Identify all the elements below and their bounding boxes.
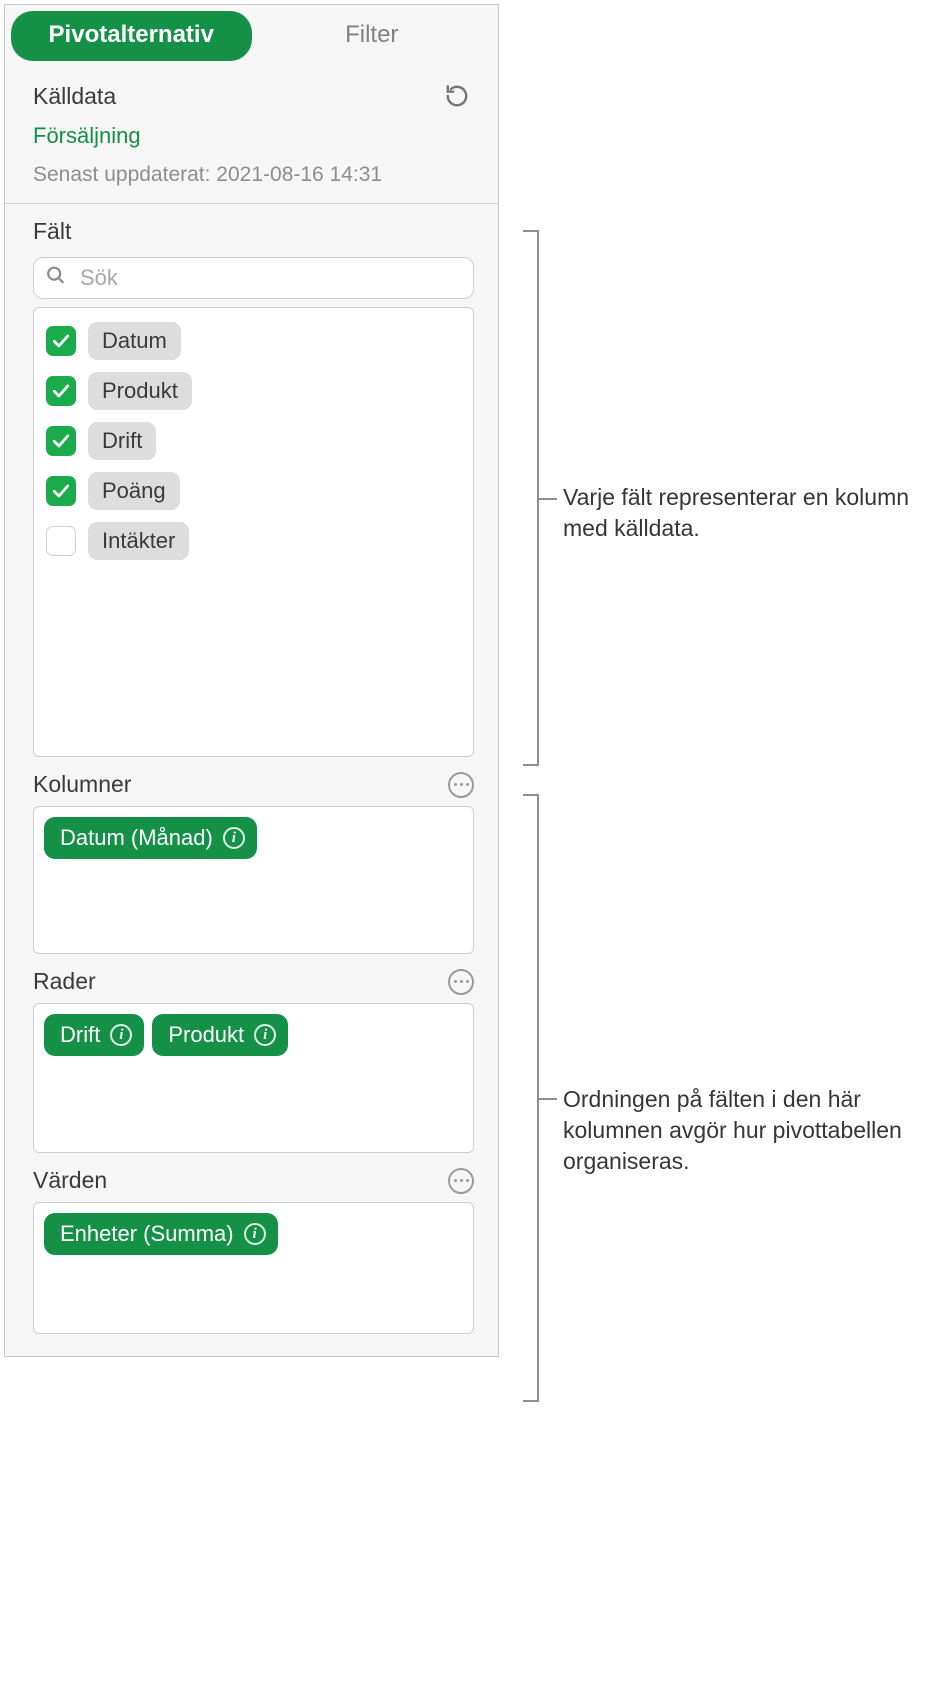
field-checkbox[interactable] (46, 426, 76, 456)
field-checkbox[interactable] (46, 376, 76, 406)
field-pill[interactable]: Enheter (Summa) i (44, 1213, 278, 1255)
field-pill-label: Produkt (168, 1022, 244, 1048)
columns-heading: Kolumner (33, 771, 131, 798)
source-data-heading: Källdata (33, 83, 116, 110)
field-row: Produkt (44, 366, 463, 416)
values-heading: Värden (33, 1167, 107, 1194)
values-more-button[interactable] (448, 1168, 474, 1194)
values-section: Värden Enheter (Summa) i (5, 1153, 498, 1334)
rows-section: Rader DriftiProdukti (5, 954, 498, 1153)
columns-drop-zone[interactable]: Datum (Månad) i (33, 806, 474, 954)
field-row: Poäng (44, 466, 463, 516)
tab-bar: Pivotalternativ Filter (5, 5, 498, 61)
fields-list: Datum Produkt Drift Poäng Intäkter (33, 307, 474, 757)
field-row: Drift (44, 416, 463, 466)
field-pill[interactable]: Datum (Månad) i (44, 817, 257, 859)
rows-drop-zone[interactable]: DriftiProdukti (33, 1003, 474, 1153)
tab-pivot-options[interactable]: Pivotalternativ (11, 11, 252, 61)
columns-more-button[interactable] (448, 772, 474, 798)
field-checkbox[interactable] (46, 526, 76, 556)
info-icon[interactable]: i (254, 1024, 276, 1046)
field-checkbox[interactable] (46, 326, 76, 356)
callout-bracket-order (511, 794, 539, 1402)
field-checkbox[interactable] (46, 476, 76, 506)
source-table-name[interactable]: Försäljning (33, 123, 474, 149)
field-chip[interactable]: Produkt (88, 372, 192, 410)
search-icon (45, 265, 67, 292)
tab-filter[interactable]: Filter (252, 11, 493, 61)
field-pill[interactable]: Drifti (44, 1014, 144, 1056)
info-icon[interactable]: i (244, 1223, 266, 1245)
fields-block: Fält Datum Produkt Drift Poäng Intäkter (5, 204, 498, 757)
info-icon[interactable]: i (110, 1024, 132, 1046)
callout-bracket-fields (511, 230, 539, 766)
field-pill-label: Enheter (Summa) (60, 1221, 234, 1247)
field-pill[interactable]: Produkt i (152, 1014, 288, 1056)
columns-section: Kolumner Datum (Månad) i (5, 757, 498, 954)
refresh-icon (444, 83, 470, 109)
field-pill-label: Drift (60, 1022, 100, 1048)
callout-tick-order (539, 1098, 557, 1100)
callout-text-order: Ordningen på fälten i den här kolumnen a… (563, 1084, 924, 1177)
info-icon[interactable]: i (223, 827, 245, 849)
field-row: Datum (44, 316, 463, 366)
callout-tick-fields (539, 498, 557, 500)
refresh-button[interactable] (440, 79, 474, 113)
callout-text-fields: Varje fält representerar en kolumn med k… (563, 482, 924, 544)
fields-heading: Fält (33, 218, 474, 245)
rows-heading: Rader (33, 968, 96, 995)
field-chip[interactable]: Drift (88, 422, 156, 460)
values-drop-zone[interactable]: Enheter (Summa) i (33, 1202, 474, 1334)
source-data-block: Källdata Försäljning Senast uppdaterat: … (5, 61, 498, 204)
fields-search-input[interactable] (33, 257, 474, 299)
last-updated-text: Senast uppdaterat: 2021-08-16 14:31 (33, 163, 474, 187)
rows-more-button[interactable] (448, 969, 474, 995)
field-chip[interactable]: Poäng (88, 472, 180, 510)
field-pill-label: Datum (Månad) (60, 825, 213, 851)
field-row: Intäkter (44, 516, 463, 566)
field-chip[interactable]: Datum (88, 322, 181, 360)
pivot-options-panel: Pivotalternativ Filter Källdata Försäljn… (4, 4, 499, 1357)
callouts-area: Varje fält representerar en kolumn med k… (499, 4, 932, 1357)
field-chip[interactable]: Intäkter (88, 522, 189, 560)
